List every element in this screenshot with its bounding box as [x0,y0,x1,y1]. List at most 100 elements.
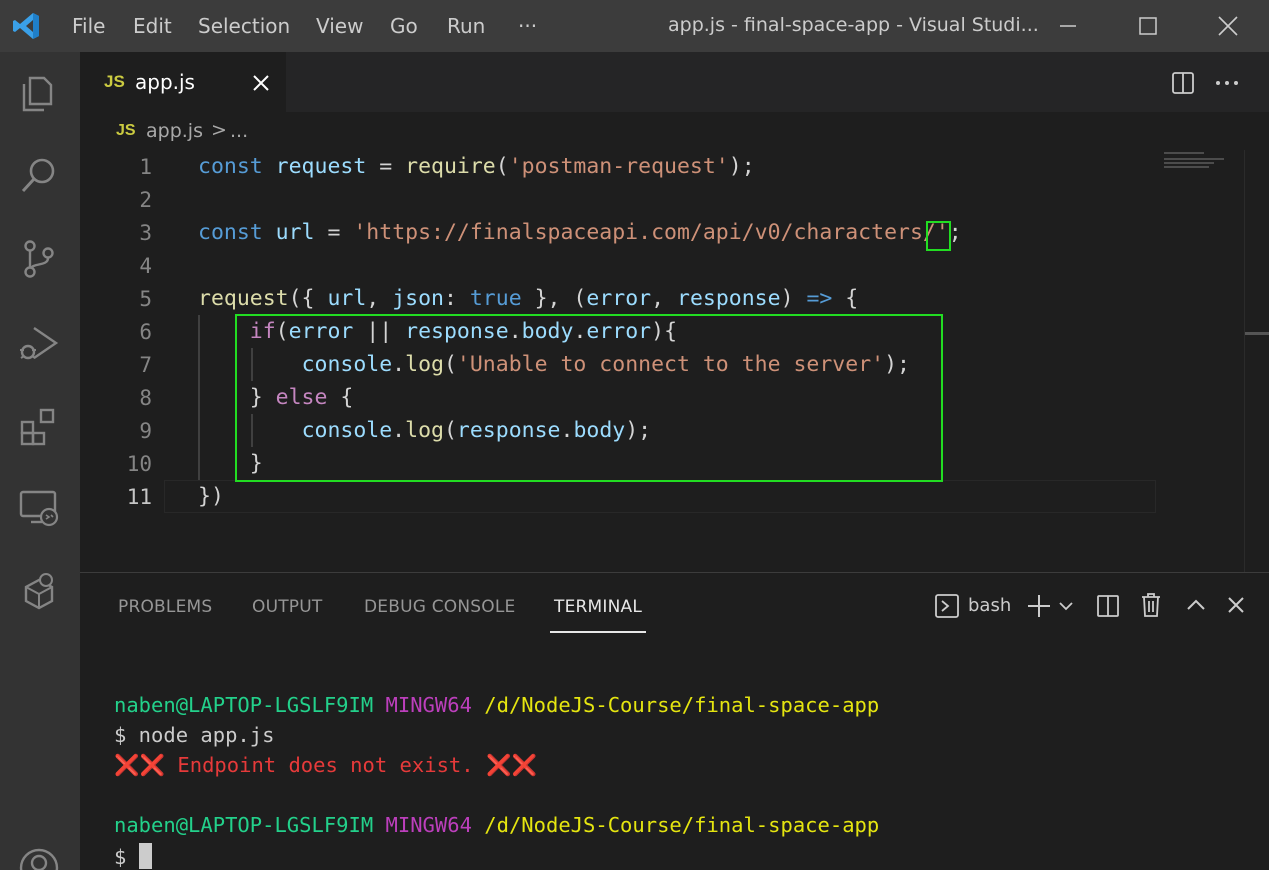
terminal-user: naben@LAPTOP-LGSLF9IM [114,693,374,717]
code-token: }, ( [521,286,587,311]
menu-more[interactable]: ··· [518,14,537,38]
code-line[interactable]: 11}) [80,480,1240,513]
line-number: 9 [139,419,152,443]
js-file-icon: JS [104,72,125,91]
code-token: => [806,286,833,311]
code-token: }) [198,484,224,509]
title-bar: File Edit Selection View Go Run ··· app.… [0,0,1269,52]
line-number: 1 [139,155,152,179]
tab-problems[interactable]: PROBLEMS [118,597,212,617]
code-text: }) [198,484,224,509]
chevron-down-icon[interactable] [1058,599,1074,613]
window-title: app.js - final-space-app - Visual Studi.… [668,14,1039,36]
maximize-icon[interactable] [1128,8,1168,44]
line-number: 6 [139,320,152,344]
line-number: 11 [126,485,152,509]
code-token: ) [780,286,807,311]
tab-debug-console[interactable]: DEBUG CONSOLE [364,597,515,617]
code-text: const request = require('postman-request… [198,154,755,179]
menu-edit[interactable]: Edit [133,14,172,38]
terminal-cursor [138,843,152,869]
tab-output[interactable]: OUTPUT [252,597,323,617]
run-debug-icon[interactable] [16,320,62,366]
terminal-error-output: ❌❌ Endpoint does not exist. ❌❌ [114,753,537,778]
line-number: 5 [139,287,152,311]
editor-scrollbar[interactable] [1244,150,1269,572]
terminal-env: MINGW64 [385,813,472,837]
terminal-icon[interactable] [934,593,960,619]
tab-app-js[interactable]: JS app.js [80,52,286,112]
code-token: const [198,154,276,179]
minimize-icon[interactable] [1048,8,1088,44]
breadcrumb-more[interactable]: ... [230,120,248,142]
code-token: json [392,286,444,311]
line-number: 2 [139,188,152,212]
bottom-panel: PROBLEMS OUTPUT DEBUG CONSOLE TERMINAL b… [80,572,1269,870]
code-text: request({ url, json: true }, (error, res… [198,286,858,311]
menu-file[interactable]: File [72,14,105,38]
tab-terminal[interactable]: TERMINAL [554,597,642,617]
extensions-icon[interactable] [16,404,62,450]
menu-view[interactable]: View [316,14,363,38]
code-line[interactable]: 3 const url = 'https://finalspaceapi.com/… [80,216,1240,249]
code-token: const [198,220,276,245]
highlight-box-callback [235,314,943,482]
activity-bar [0,52,80,870]
breadcrumb-file[interactable]: app.js [146,120,203,142]
more-actions-icon[interactable] [1212,70,1242,96]
terminal-command: $ node app.js [114,723,275,747]
close-tab-icon[interactable] [250,72,272,94]
explorer-icon[interactable] [16,70,62,116]
account-icon[interactable] [16,842,62,870]
add-terminal-icon[interactable] [1026,593,1052,619]
code-token: url [327,286,367,311]
split-editor-icon[interactable] [1170,70,1196,96]
terminal-prompt: $ [114,845,139,869]
code-token: , [651,286,677,311]
code-token: url [275,220,315,245]
terminal-prompt-line: naben@LAPTOP-LGSLF9IM MINGW64 /d/NodeJS-… [114,693,879,717]
menu-go[interactable]: Go [390,14,418,38]
tab-label: app.js [135,70,195,94]
breadcrumb: JS app.js > ... [80,112,1269,152]
menu-selection[interactable]: Selection [198,14,290,38]
code-token: ); [728,154,755,179]
search-icon[interactable] [16,152,62,198]
line-number: 7 [139,353,152,377]
code-token: ( [495,154,509,179]
code-token: { [832,286,859,311]
trash-icon[interactable] [1138,591,1164,619]
line-number: 10 [126,452,152,476]
code-line[interactable]: 5 request({ url, json: true }, (error, re… [80,282,1240,315]
close-panel-icon[interactable] [1224,593,1248,617]
code-token: ({ [288,286,328,311]
code-line[interactable]: 4 [80,249,1240,282]
line-number: 3 [139,221,152,245]
terminal-error-text: ❌❌ Endpoint does not exist. ❌❌ [114,753,537,777]
code-text: const url = 'https://finalspaceapi.com/a… [198,220,962,245]
code-line[interactable]: 2 [80,183,1240,216]
code-token: 'postman-request' [508,154,729,179]
editor-tab-bar: JS app.js [80,52,1269,112]
code-line[interactable]: 1 const request = require('postman-reques… [80,150,1240,183]
docker-icon[interactable] [16,570,62,616]
terminal-prompt-line: naben@LAPTOP-LGSLF9IM MINGW64 /d/NodeJS-… [114,813,879,837]
js-file-icon: JS [116,122,136,139]
terminal-input-line[interactable]: $ [114,843,152,869]
code-token: = [366,154,406,179]
menu-run[interactable]: Run [447,14,485,38]
split-terminal-icon[interactable] [1095,593,1121,619]
vscode-logo-icon[interactable] [10,10,42,42]
code-token: 'https://finalspaceapi.com/api/v0/charac… [353,220,949,245]
maximize-panel-icon[interactable] [1184,593,1208,617]
terminal-path: /d/NodeJS-Course/final-space-app [484,813,880,837]
active-tab-underline [550,631,646,633]
source-control-icon[interactable] [16,236,62,282]
code-token: , [366,286,393,311]
highlight-box-url-slash [926,221,951,251]
remote-explorer-icon[interactable] [16,484,62,530]
shell-name[interactable]: bash [968,595,1011,616]
code-token: = [314,220,354,245]
close-window-icon[interactable] [1208,8,1248,44]
code-token: true [469,286,522,311]
